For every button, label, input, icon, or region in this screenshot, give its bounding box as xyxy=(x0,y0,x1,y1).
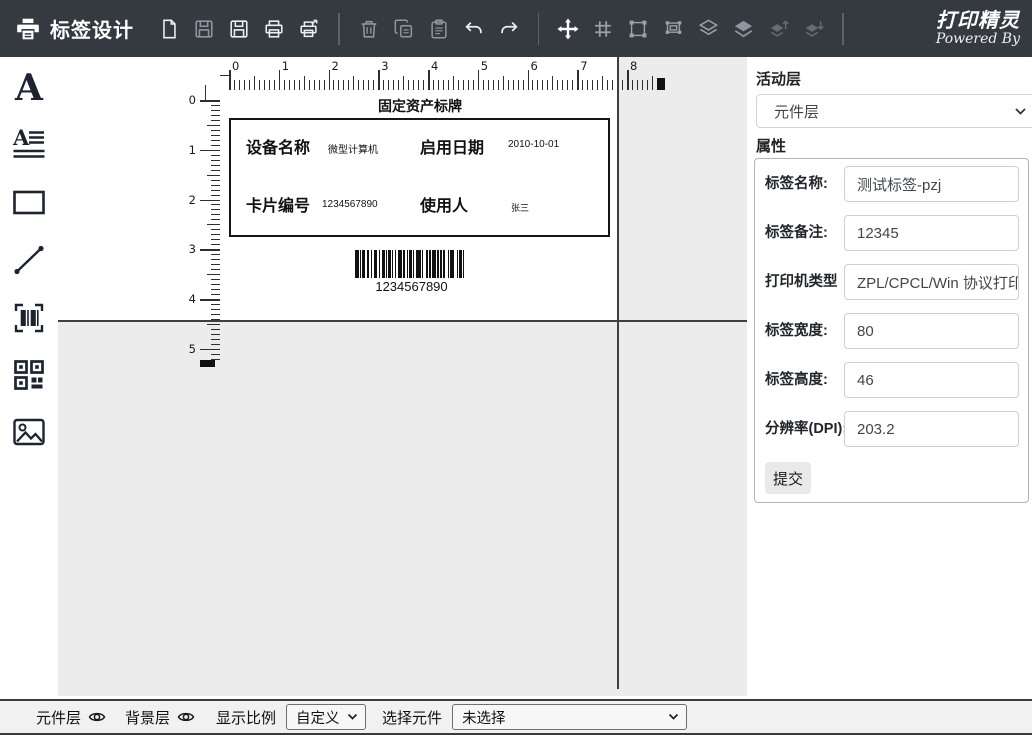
save-as-button[interactable] xyxy=(226,16,252,42)
eye-icon xyxy=(88,710,106,724)
active-layer-heading: 活动层 xyxy=(756,68,801,89)
dpi-input[interactable] xyxy=(844,411,1019,447)
component-layer-visibility-toggle[interactable] xyxy=(87,709,107,725)
chevron-down-icon xyxy=(1014,107,1027,116)
app-window: 标签设计 xyxy=(0,0,1032,735)
zoom-value: 自定义 xyxy=(296,707,340,728)
chevron-down-icon xyxy=(347,713,358,721)
label-field-text[interactable]: 启用日期 xyxy=(420,134,484,158)
component-layer-label: 元件层 xyxy=(36,707,81,728)
label-width-input[interactable] xyxy=(844,313,1019,349)
label-height-input[interactable] xyxy=(844,362,1019,398)
layer-up-button[interactable] xyxy=(765,16,791,42)
bottom-bar: 元件层 背景层 显示比例 自定义 选择元件 未选择 xyxy=(0,699,1032,735)
label-table-border[interactable]: 设备名称 微型计算机 启用日期 2010-10-01 卡片编号 12345678… xyxy=(229,118,610,237)
tool-rich-text-button[interactable]: A xyxy=(9,125,49,165)
horizontal-guide-line xyxy=(58,320,747,322)
qrcode-icon xyxy=(12,358,46,392)
properties-box: 标签名称: 标签备注: 打印机类型 标签宽度: 标签高度: 分辨率(DPI): xyxy=(754,158,1029,503)
label-note-input[interactable] xyxy=(844,215,1019,251)
rich-text-icon: A xyxy=(12,128,46,162)
rectangle-icon xyxy=(12,185,46,219)
design-canvas[interactable]: 012345678 012345 固定资产标牌 设备名称 微型计算机 启用日期 … xyxy=(58,57,747,696)
tool-qrcode-button[interactable] xyxy=(9,355,49,395)
toolbar-divider xyxy=(538,13,540,45)
label-field-text[interactable]: 设备名称 xyxy=(246,134,310,158)
zoom-label: 显示比例 xyxy=(216,707,276,728)
toolbar-divider xyxy=(842,13,844,45)
undo-button[interactable] xyxy=(461,16,487,42)
background-layer-visibility-toggle[interactable] xyxy=(176,709,196,725)
tool-sidebar: A A xyxy=(0,57,58,735)
brand-logo: 打印精灵 Powered By xyxy=(936,11,1020,47)
zoom-select[interactable]: 自定义 xyxy=(286,704,366,730)
label-height-label: 标签高度: xyxy=(765,362,828,398)
printer-logo-icon xyxy=(14,15,42,43)
label-field-text[interactable]: 使用人 xyxy=(420,192,468,216)
svg-text:A: A xyxy=(14,69,44,107)
topbar: 标签设计 xyxy=(0,0,1032,57)
background-layer-label: 背景层 xyxy=(125,707,170,728)
brand-powered-by: Powered By xyxy=(936,32,1020,47)
active-layer-select[interactable]: 元件层 xyxy=(756,94,1032,128)
image-icon xyxy=(12,415,46,449)
eye-icon xyxy=(177,710,195,724)
layer-down-button[interactable] xyxy=(800,16,826,42)
new-file-button[interactable] xyxy=(156,16,182,42)
toolbar-divider xyxy=(338,13,340,45)
paste-button[interactable] xyxy=(426,16,452,42)
select-element-value: 未选择 xyxy=(462,707,506,728)
select-element-label: 选择元件 xyxy=(382,707,442,728)
label-name-input[interactable] xyxy=(844,166,1019,202)
tool-line-button[interactable] xyxy=(9,240,49,280)
submit-button[interactable]: 提交 xyxy=(765,462,811,494)
vertical-guide-line xyxy=(617,57,619,689)
properties-panel: 活动层 元件层 属性 标签名称: 标签备注: 打印机类型 标签宽度: xyxy=(747,57,1032,698)
chevron-down-icon xyxy=(668,713,679,721)
barcode-bars[interactable] xyxy=(355,250,468,278)
print-export-button[interactable] xyxy=(296,16,322,42)
layers-button[interactable] xyxy=(695,16,721,42)
label-title-text[interactable]: 固定资产标牌 xyxy=(350,96,490,116)
label-field-text[interactable]: 卡片编号 xyxy=(246,192,310,216)
dpi-label: 分辨率(DPI): xyxy=(765,411,847,447)
select-frame-button[interactable] xyxy=(625,16,651,42)
delete-button[interactable] xyxy=(356,16,382,42)
tool-barcode-button[interactable] xyxy=(9,298,49,338)
grid-button[interactable] xyxy=(590,16,616,42)
barcode-text[interactable]: 1234567890 xyxy=(349,279,474,294)
text-icon: A xyxy=(10,69,48,107)
tool-rectangle-button[interactable] xyxy=(9,182,49,222)
label-note-label: 标签备注: xyxy=(765,215,828,251)
horizontal-ruler: 012345678 xyxy=(220,57,670,93)
label-name-label: 标签名称: xyxy=(765,166,828,202)
label-width-label: 标签宽度: xyxy=(765,313,828,349)
group-select-button[interactable] xyxy=(660,16,686,42)
tool-image-button[interactable] xyxy=(9,412,49,452)
app-title: 标签设计 xyxy=(50,14,134,43)
printer-type-input[interactable] xyxy=(844,264,1019,300)
svg-text:A: A xyxy=(12,128,30,150)
tool-text-button[interactable]: A xyxy=(9,68,49,108)
active-layer-value: 元件层 xyxy=(774,101,819,122)
toolbar-tools xyxy=(156,13,851,45)
move-tool-button[interactable] xyxy=(555,16,581,42)
properties-heading: 属性 xyxy=(756,135,786,156)
copy-button[interactable] xyxy=(391,16,417,42)
label-field-value[interactable]: 1234567890 xyxy=(322,199,378,210)
label-field-value[interactable]: 张三 xyxy=(511,201,529,214)
line-icon xyxy=(12,243,46,277)
label-field-value[interactable]: 微型计算机 xyxy=(328,141,378,156)
layers-merge-button[interactable] xyxy=(730,16,756,42)
print-button[interactable] xyxy=(261,16,287,42)
brand-name: 打印精灵 xyxy=(936,11,1020,32)
save-button[interactable] xyxy=(191,16,217,42)
printer-type-label: 打印机类型 xyxy=(765,264,838,300)
redo-button[interactable] xyxy=(496,16,522,42)
barcode-icon xyxy=(12,301,46,335)
label-field-value[interactable]: 2010-10-01 xyxy=(508,139,559,150)
select-element-select[interactable]: 未选择 xyxy=(452,704,687,730)
vertical-ruler: 012345 xyxy=(186,85,220,375)
